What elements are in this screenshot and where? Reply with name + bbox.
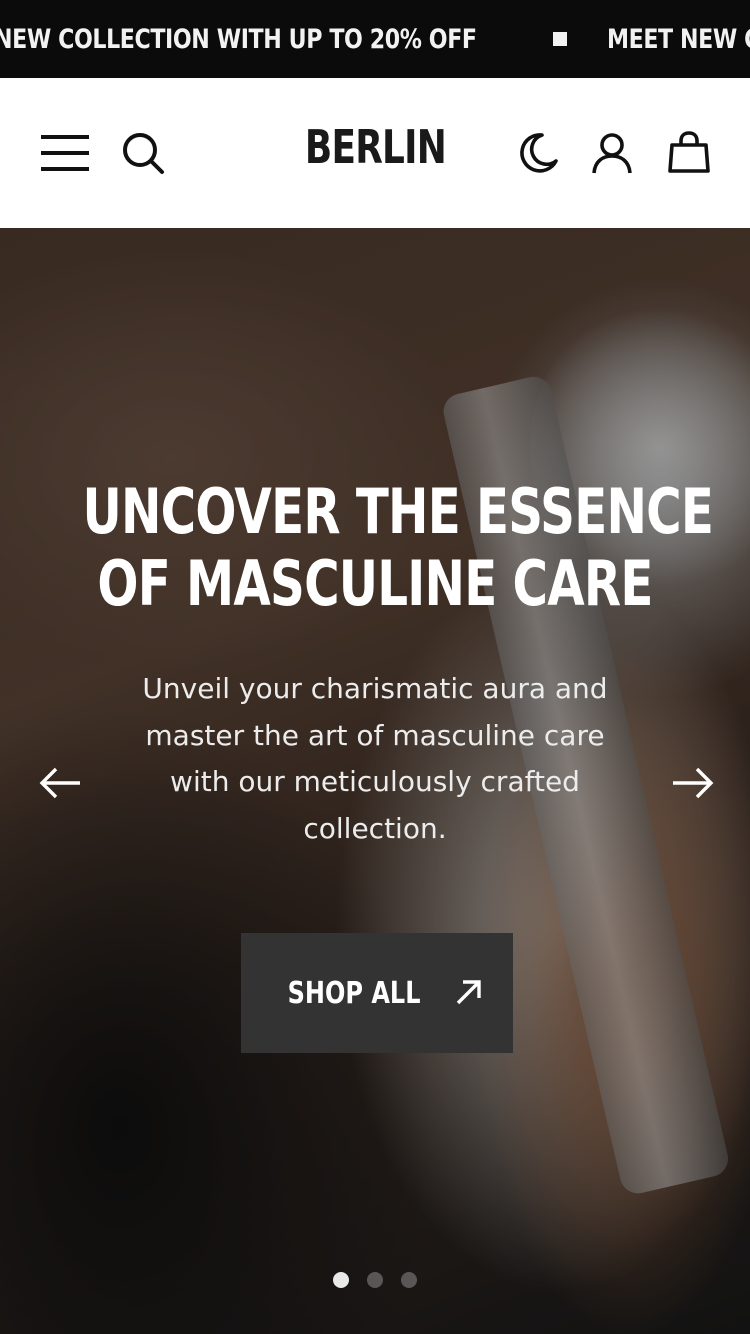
slide-dot-1[interactable]: [333, 1272, 349, 1288]
announcement-message[interactable]: NEW COLLECTION WITH UP TO 20% OFF: [0, 24, 477, 55]
hero-title: UNCOVER THE ESSENCE OF MASCULINE CARE: [0, 476, 750, 620]
hero-slideshow: UNCOVER THE ESSENCE OF MASCULINE CARE Un…: [0, 228, 750, 1334]
slide-pagination: [0, 1272, 750, 1288]
bag-icon[interactable]: [664, 128, 714, 178]
site-logo[interactable]: BERLIN: [0, 120, 750, 174]
user-icon[interactable]: [587, 128, 637, 178]
shop-all-button[interactable]: SHOP ALL: [241, 933, 513, 1053]
announcement-track: NEW COLLECTION WITH UP TO 20% OFF MEET N…: [0, 0, 750, 78]
announcement-bar: NEW COLLECTION WITH UP TO 20% OFF MEET N…: [0, 0, 750, 78]
previous-slide-arrow-icon[interactable]: [35, 758, 85, 808]
hero-title-line: UNCOVER THE ESSENCE: [82, 475, 714, 548]
slide-dot-3[interactable]: [401, 1272, 417, 1288]
announcement-message[interactable]: MEET NEW COLLECTION: [607, 24, 750, 55]
next-slide-arrow-icon[interactable]: [668, 758, 718, 808]
hero-subtitle: Unveil your charismatic aura and master …: [142, 672, 608, 845]
moon-icon[interactable]: [512, 128, 562, 178]
slide-dot-2[interactable]: [367, 1272, 383, 1288]
announcement-separator: [552, 32, 567, 46]
shop-all-label: SHOP ALL: [287, 975, 421, 1011]
arrow-up-right-icon: [455, 978, 483, 1009]
hero-title-line: OF MASCULINE CARE: [97, 547, 653, 620]
site-header: BERLIN: [0, 78, 750, 229]
logo-text: BERLIN: [304, 120, 446, 174]
page: NEW COLLECTION WITH UP TO 20% OFF MEET N…: [0, 0, 750, 1334]
